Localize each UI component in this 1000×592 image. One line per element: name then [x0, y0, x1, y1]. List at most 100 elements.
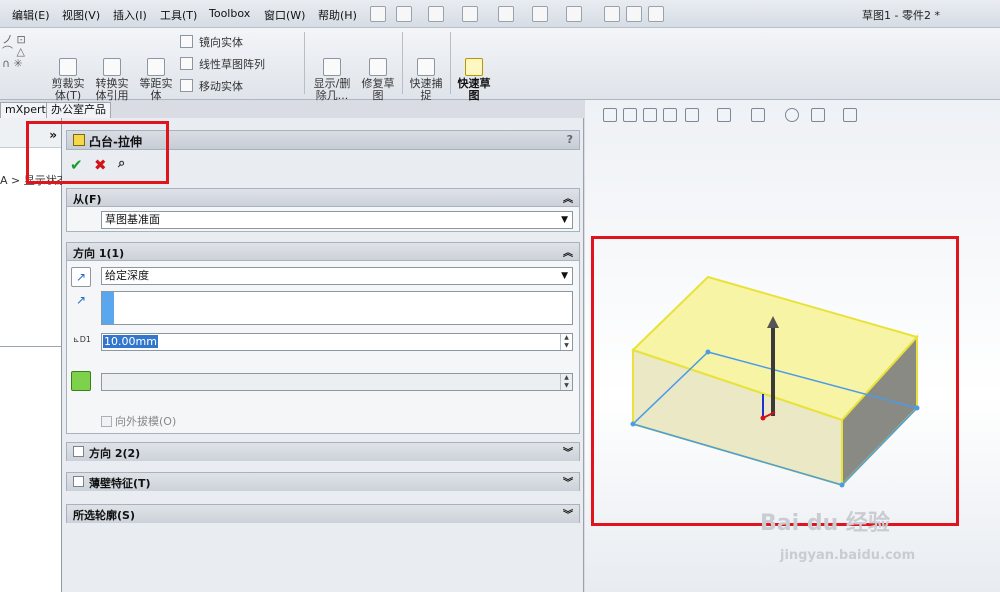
ribbon-separator — [450, 32, 451, 94]
file-properties-icon[interactable] — [626, 6, 642, 22]
spin-arrows-icon[interactable]: ▲ ▼ — [560, 334, 572, 350]
rebuild-icon[interactable] — [604, 6, 620, 22]
open-folder-icon[interactable] — [428, 6, 444, 22]
expand-icon[interactable]: ︾ — [563, 474, 573, 489]
reverse-direction-icon[interactable]: ↗ — [71, 267, 91, 287]
rapid-sketch-icon — [465, 58, 483, 76]
direction2-header[interactable]: 方向 2(2) ︾ — [67, 443, 579, 461]
depth-spinbox[interactable]: 10.00mm ▲ ▼ — [101, 333, 573, 351]
offset-entities-label: 等距实 体 — [139, 77, 173, 102]
selection-focus-bar — [102, 292, 114, 324]
linear-pattern-label: 线性草图阵列 — [199, 58, 265, 71]
move-entities-button[interactable]: 移动实体 — [180, 78, 243, 94]
draft-angle-spinbox[interactable]: ▲ ▼ — [101, 373, 573, 391]
end-condition-select[interactable]: 给定深度 ▼ — [101, 267, 573, 285]
tab-mxpert[interactable]: mXpert — [0, 102, 51, 118]
direction1-header-label: 方向 1(1) — [73, 247, 125, 260]
selected-contours-header[interactable]: 所选轮廓(S) ︾ — [67, 505, 579, 523]
linear-pattern-icon — [180, 57, 193, 70]
expand-icon[interactable]: ︾ — [563, 506, 573, 521]
save-icon[interactable] — [462, 6, 478, 22]
repair-icon — [369, 58, 387, 76]
draft-outward-checkbox[interactable] — [101, 416, 112, 427]
direction1-header[interactable]: 方向 1(1) ︽ — [67, 243, 579, 261]
dropdown-arrow-icon: ▼ — [561, 271, 568, 281]
menu-toolbox[interactable]: Toolbox — [209, 7, 250, 20]
collapse-icon[interactable]: ︽ — [563, 190, 573, 205]
command-manager-ribbon: ノ ⊡ ⌒ △ ∩ ✳ 剪裁实 体(T) 转换实 体引用 等距实 体 镜向实体 线性… — [0, 28, 1000, 102]
collapse-icon[interactable]: ︽ — [563, 244, 573, 259]
direction-selection-box[interactable] — [101, 291, 573, 325]
menu-view[interactable]: 视图(V) — [62, 7, 100, 23]
mirror-entities-button[interactable]: 镜向实体 — [180, 34, 243, 50]
relations-icon — [323, 58, 341, 76]
feature-tree-panel: » A > 显示状态 — [0, 118, 62, 592]
draft-outward-option[interactable]: 向外拔模(O) — [101, 413, 176, 429]
repair-sketch-button[interactable]: 修复草 图 — [358, 34, 398, 114]
move-icon — [180, 79, 193, 92]
selected-contours-header-label: 所选轮廓(S) — [73, 509, 135, 522]
rapid-sketch-button[interactable]: 快速草 图 — [454, 34, 494, 114]
mirror-entities-label: 镜向实体 — [199, 36, 243, 49]
partial-sketch-tools: ノ ⊡ ⌒ △ ∩ ✳ — [2, 33, 26, 70]
start-condition-select[interactable]: 草图基准面 ▼ — [101, 211, 573, 229]
select-arrow-icon[interactable] — [566, 6, 582, 22]
draft-outward-label: 向外拔模(O) — [115, 415, 177, 428]
depth-label: D1 — [79, 335, 91, 344]
undo-icon[interactable] — [532, 6, 548, 22]
menu-help[interactable]: 帮助(H) — [318, 7, 357, 23]
highlight-box-preview — [591, 236, 959, 526]
display-delete-relations-label: 显示/删 除几... — [313, 77, 351, 102]
menu-tools[interactable]: 工具(T) — [160, 7, 197, 23]
dropdown-arrow-icon: ▼ — [561, 215, 568, 225]
property-manager: 凸台-拉伸 ? ✔ ✖ ⌕ 从(F) ︽ 草图基准面 ▼ 方向 1(1) ︽ ↗… — [62, 118, 584, 592]
from-header-label: 从(F) — [73, 193, 102, 206]
from-section: 从(F) ︽ 草图基准面 ▼ — [66, 188, 580, 232]
thin-feature-checkbox[interactable] — [73, 476, 84, 487]
print-icon[interactable] — [498, 6, 514, 22]
repair-sketch-label: 修复草 图 — [361, 77, 395, 102]
panel-divider — [0, 346, 62, 347]
offset-icon — [147, 58, 165, 76]
thin-feature-header[interactable]: 薄壁特征(T) ︾ — [67, 473, 579, 491]
display-delete-relations-button[interactable]: 显示/删 除几... — [310, 34, 354, 114]
depth-dimension-icon: ⊾D1 — [73, 335, 91, 344]
convert-icon — [103, 58, 121, 76]
start-condition-value: 草图基准面 — [105, 213, 160, 226]
quick-snaps-button[interactable]: 快速捕 捉 — [406, 34, 446, 114]
from-header[interactable]: 从(F) ︽ — [67, 189, 579, 207]
pin-icon[interactable] — [370, 6, 386, 22]
move-entities-label: 移动实体 — [199, 80, 243, 93]
ribbon-separator — [402, 32, 403, 94]
rapid-sketch-label: 快速草 图 — [457, 77, 491, 102]
direction2-header-label: 方向 2(2) — [89, 447, 141, 460]
watermark-url: jingyan.baidu.com — [780, 548, 916, 563]
draft-icon[interactable] — [71, 371, 91, 391]
thin-feature-section: 薄壁特征(T) ︾ — [66, 472, 580, 491]
menu-window[interactable]: 窗口(W) — [264, 7, 305, 23]
trim-entities-label: 剪裁实 体(T) — [51, 77, 85, 102]
selected-contours-section: 所选轮廓(S) ︾ — [66, 504, 580, 523]
mirror-icon — [180, 35, 193, 48]
end-condition-value: 给定深度 — [105, 269, 149, 282]
direction2-section: 方向 2(2) ︾ — [66, 442, 580, 461]
offset-entities-button[interactable]: 等距实 体 — [136, 34, 176, 114]
menu-bar: 编辑(E) 视图(V) 插入(I) 工具(T) Toolbox 窗口(W) 帮助… — [0, 0, 1000, 28]
linear-pattern-button[interactable]: 线性草图阵列 — [180, 56, 265, 72]
menu-edit[interactable]: 编辑(E) — [12, 7, 50, 23]
ribbon-separator — [304, 32, 305, 94]
direction1-section: 方向 1(1) ︽ ↗ 给定深度 ▼ ↗ ⊾D1 10.00mm ▲ ▼ ▲ ▼ 向… — [66, 242, 580, 434]
command-tabs: mXpert 办公室产品 — [0, 100, 112, 118]
direction2-checkbox[interactable] — [73, 446, 84, 457]
tab-office-products[interactable]: 办公室产品 — [46, 102, 111, 118]
help-icon[interactable]: ? — [567, 133, 573, 146]
document-title: 草图1 - 零件2 * — [862, 9, 940, 22]
snap-icon — [417, 58, 435, 76]
new-document-icon[interactable] — [396, 6, 412, 22]
convert-entities-label: 转换实 体引用 — [95, 77, 129, 102]
options-icon[interactable] — [648, 6, 664, 22]
watermark-logo: Bai du 经验 — [760, 511, 890, 536]
spin-arrows-icon[interactable]: ▲ ▼ — [560, 374, 572, 390]
expand-icon[interactable]: ︾ — [563, 444, 573, 459]
menu-insert[interactable]: 插入(I) — [113, 7, 147, 23]
